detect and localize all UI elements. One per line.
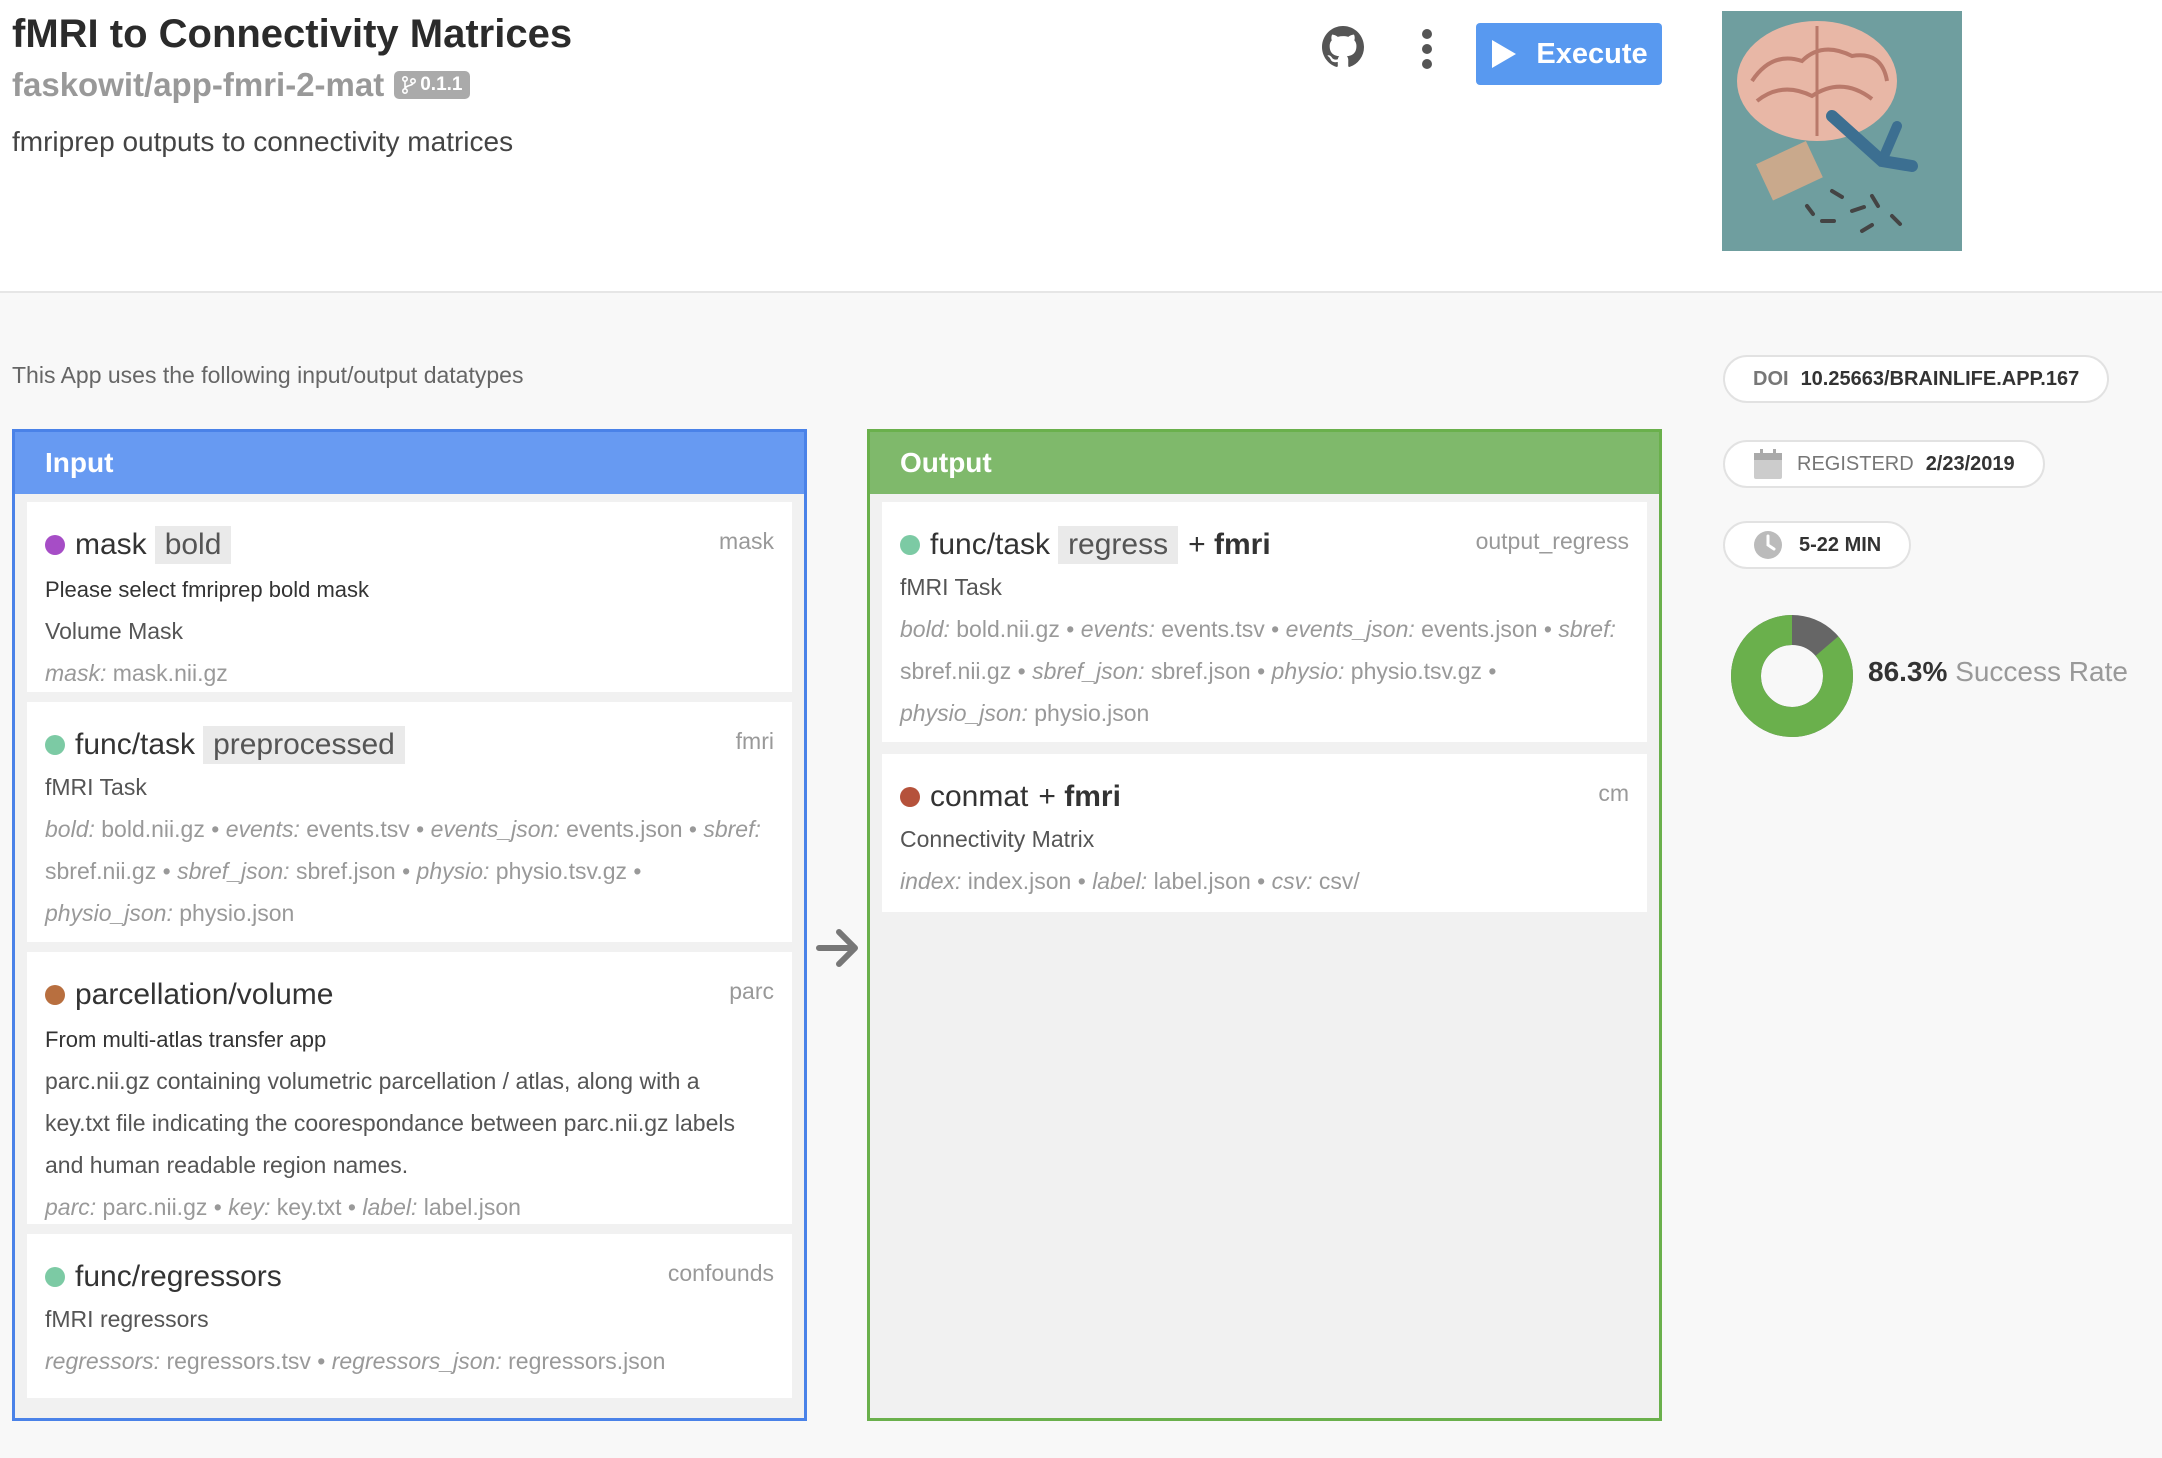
- execute-label: Execute: [1536, 37, 1648, 70]
- input-item-mask[interactable]: mask bold mask Please select fmriprep bo…: [27, 502, 792, 692]
- brain-illustration: [1722, 11, 1962, 251]
- datatype-dot: [900, 535, 920, 555]
- datatype-name: func/task: [75, 728, 196, 761]
- repo-name: faskowit/app-fmri-2-mat: [12, 66, 385, 103]
- app-avatar: [1722, 11, 1962, 251]
- datatype-tag-chip: bold: [154, 526, 232, 564]
- datatype-name: func/regressors: [75, 1260, 282, 1293]
- repo-link[interactable]: faskowit/app-fmri-2-mat 0.1.1: [12, 66, 471, 104]
- input-id: parc: [729, 978, 774, 1004]
- datatype-desc: fMRI regressors: [45, 1306, 209, 1332]
- datatype-dot: [45, 1267, 65, 1287]
- datatype-plus-tag: + fmri: [1038, 780, 1121, 813]
- input-id: confounds: [667, 1260, 774, 1286]
- output-panel-header: Output: [870, 432, 1659, 494]
- datatype-tag-chip: preprocessed: [203, 726, 405, 764]
- app-title: fMRI to Connectivity Matrices: [12, 12, 573, 56]
- success-rate-label: Success Rate: [1955, 656, 2128, 687]
- input-panel: Input mask bold mask Please select fmrip…: [12, 429, 807, 1421]
- input-item-regressors[interactable]: func/regressors confounds fMRI regressor…: [27, 1234, 792, 1398]
- datatype-name: func/task: [930, 528, 1051, 561]
- app-description: fmriprep outputs to connectivity matrice…: [12, 126, 514, 157]
- datatype-note: Please select fmriprep bold mask: [45, 577, 370, 602]
- branch-icon: [402, 76, 417, 94]
- registered-label: REGISTERD: [1797, 452, 1914, 475]
- output-item-func-task[interactable]: func/task regress + fmri output_regress …: [882, 502, 1647, 742]
- datatype-title: func/task preprocessed: [45, 724, 792, 766]
- doi-value: 10.25663/BRAINLIFE.APP.167: [1800, 367, 2080, 390]
- datatype-dot: [45, 735, 65, 755]
- datatype-title: parcellation/volume: [45, 974, 792, 1016]
- datatype-dot: [45, 985, 65, 1005]
- datatype-title: conmat + fmri: [900, 776, 1647, 818]
- datatype-files: mask: mask.nii.gz: [45, 660, 228, 686]
- datatype-desc: Volume Mask: [45, 618, 184, 644]
- calendar-icon: [1754, 449, 1782, 479]
- duration-value: 5-22 MIN: [1799, 533, 1882, 556]
- success-rate: 86.3% Success Rate: [1868, 656, 2128, 688]
- datatype-files: bold: bold.nii.gz • events: events.tsv •…: [45, 816, 761, 926]
- input-panel-header: Input: [15, 432, 804, 494]
- datatypes-intro: This App uses the following input/output…: [12, 362, 524, 388]
- datatype-files: regressors: regressors.tsv • regressors_…: [45, 1348, 666, 1374]
- datatype-name: parcellation/volume: [75, 978, 334, 1011]
- datatype-files: parc: parc.nii.gz • key: key.txt • label…: [45, 1194, 521, 1220]
- datatype-files: bold: bold.nii.gz • events: events.tsv •…: [900, 616, 1616, 726]
- registered-pill: REGISTERD 2/23/2019: [1723, 440, 2045, 488]
- success-rate-value: 86.3%: [1868, 656, 1948, 687]
- output-id: cm: [1598, 780, 1629, 806]
- datatype-tag-chip: regress: [1058, 526, 1179, 564]
- datatype-dot: [900, 787, 920, 807]
- output-id: output_regress: [1475, 528, 1629, 554]
- datatype-desc: fMRI Task: [900, 574, 1002, 600]
- datatype-name: conmat: [930, 780, 1029, 813]
- datatype-plus-tag: + fmri: [1188, 528, 1271, 561]
- input-id: mask: [719, 528, 774, 554]
- clock-icon: [1754, 531, 1782, 559]
- registered-date: 2/23/2019: [1925, 452, 2015, 475]
- doi-label: DOI: [1753, 367, 1789, 390]
- execute-button[interactable]: Execute: [1476, 23, 1662, 85]
- datatype-desc: Connectivity Matrix: [900, 826, 1095, 852]
- success-rate-donut: [1731, 615, 1853, 737]
- doi-pill[interactable]: DOI 10.25663/BRAINLIFE.APP.167: [1723, 355, 2110, 403]
- github-icon[interactable]: [1322, 26, 1364, 68]
- duration-pill: 5-22 MIN: [1723, 521, 1912, 569]
- datatype-dot: [45, 535, 65, 555]
- input-item-func-task[interactable]: func/task preprocessed fmri fMRI Task bo…: [27, 702, 792, 942]
- arrow-right-icon: [816, 929, 858, 967]
- datatype-title: mask bold: [45, 524, 792, 566]
- datatype-note: From multi-atlas transfer app: [45, 1027, 327, 1052]
- datatype-desc: parc.nii.gz containing volumetric parcel…: [45, 1068, 735, 1178]
- input-id: fmri: [735, 728, 774, 754]
- output-panel: Output func/task regress + fmri output_r…: [867, 429, 1662, 1421]
- play-icon: [1492, 40, 1517, 68]
- output-item-conmat[interactable]: conmat + fmri cm Connectivity Matrix ind…: [882, 754, 1647, 912]
- datatype-name: mask: [75, 528, 147, 561]
- app-header: fMRI to Connectivity Matrices faskowit/a…: [0, 0, 2162, 293]
- datatype-desc: fMRI Task: [45, 774, 147, 800]
- more-options-icon[interactable]: [1420, 28, 1434, 70]
- input-item-parcellation[interactable]: parcellation/volume parc From multi-atla…: [27, 952, 792, 1224]
- datatype-files: index: index.json • label: label.json • …: [900, 868, 1360, 894]
- version-badge: 0.1.1: [394, 71, 471, 99]
- version-text: 0.1.1: [420, 74, 463, 95]
